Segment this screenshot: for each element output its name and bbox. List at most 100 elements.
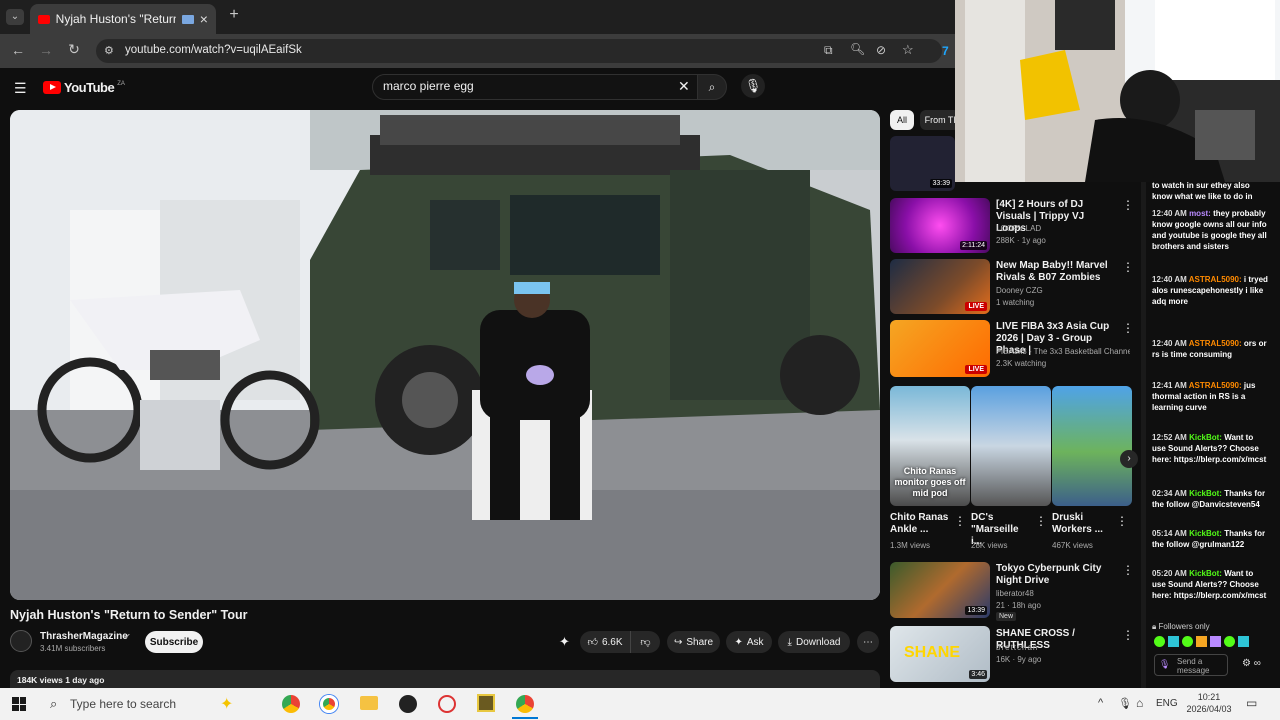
more-vertical-icon[interactable]: ⋮: [1122, 628, 1134, 642]
chat-username[interactable]: most:: [1189, 209, 1211, 218]
file-explorer-icon[interactable]: [360, 696, 378, 710]
extension-icon[interactable]: 7: [942, 44, 949, 58]
short-thumbnail[interactable]: Chito Ranas monitor goes off mid pod: [890, 386, 970, 506]
new-tab-button[interactable]: +: [224, 6, 244, 24]
emote-icon[interactable]: [1238, 636, 1249, 647]
browser-tab[interactable]: Nyjah Huston's "Return to S ×: [30, 4, 216, 34]
ask-button[interactable]: ✦ Ask: [726, 631, 772, 653]
chevron-right-icon[interactable]: ›: [1120, 450, 1138, 468]
channel-name[interactable]: LOOPY LAD: [996, 223, 1041, 234]
menu-icon[interactable]: ☰: [14, 80, 27, 97]
taskbar-search-input[interactable]: Type here to search: [70, 697, 176, 711]
tab-close-icon[interactable]: ×: [200, 11, 208, 27]
video-thumbnail[interactable]: 33:39: [890, 136, 955, 191]
video-thumbnail[interactable]: LIVE: [890, 320, 990, 377]
channel-name[interactable]: liberator48: [996, 588, 1034, 599]
clock[interactable]: 10:21 2026/04/03: [1186, 691, 1232, 715]
sparkle-icon[interactable]: ✦: [559, 634, 570, 650]
short-title[interactable]: Druski Workers ...: [1052, 512, 1112, 536]
like-count: 6.6K: [601, 636, 623, 648]
tray-chevron-icon[interactable]: ^: [1098, 697, 1103, 709]
filter-chip-from[interactable]: From Tl: [920, 110, 960, 130]
search-highlight-icon[interactable]: ✦: [220, 694, 233, 714]
emote-bar[interactable]: [1154, 636, 1249, 647]
chat-message-input[interactable]: 🎙︎ Send a message: [1154, 654, 1228, 676]
windows-start-icon[interactable]: [12, 697, 26, 711]
filter-chip-all[interactable]: All: [890, 110, 914, 130]
chrome-icon[interactable]: [320, 695, 338, 713]
emote-icon[interactable]: [1224, 636, 1235, 647]
copilot-icon[interactable]: [282, 695, 300, 713]
emote-icon[interactable]: [1196, 636, 1207, 647]
more-vertical-icon[interactable]: ⋮: [1035, 514, 1047, 528]
video-player[interactable]: [10, 110, 880, 600]
game-icon[interactable]: [477, 694, 495, 712]
search-icon[interactable]: ⌕: [50, 696, 57, 712]
site-info-icon[interactable]: ⚙: [104, 44, 114, 57]
tracking-protection-icon[interactable]: ⊘: [876, 43, 886, 57]
chat-username[interactable]: KickBot:: [1189, 529, 1222, 538]
emote-icon[interactable]: [1168, 636, 1179, 647]
network-icon[interactable]: ⌂: [1136, 696, 1143, 710]
more-vertical-icon[interactable]: ⋮: [1122, 321, 1134, 335]
address-bar[interactable]: ⚙ youtube.com/watch?v=uqilAEaifSk ⧉ 🔍︎ ⊘…: [96, 39, 942, 63]
notification-icon[interactable]: ▭: [1246, 696, 1257, 710]
chrome-active-icon[interactable]: [516, 695, 534, 713]
obs-icon[interactable]: [399, 695, 417, 713]
video-title-link[interactable]: Tokyo Cyberpunk City Night Drive: [996, 563, 1108, 587]
install-app-icon[interactable]: ⧉: [824, 43, 833, 58]
chat-username[interactable]: ASTRAL5090:: [1189, 275, 1242, 284]
video-thumbnail[interactable]: 13:39: [890, 562, 990, 618]
channel-avatar[interactable]: [10, 630, 32, 652]
voice-search-button[interactable]: 🎙︎: [741, 74, 765, 98]
more-vertical-icon[interactable]: ⋮: [1122, 260, 1134, 274]
youtube-logo[interactable]: YouTube ZA: [43, 80, 125, 95]
short-thumbnail[interactable]: [1052, 386, 1132, 506]
windows-taskbar: ⌕ Type here to search ✦ ^ 🎙︎ ⌂ ENG 10:21…: [0, 688, 1280, 720]
emote-icon[interactable]: [1154, 636, 1165, 647]
clock-time: 10:21: [1197, 692, 1221, 702]
chat-username[interactable]: KickBot:: [1189, 569, 1222, 578]
subscribe-button[interactable]: Subscribe: [145, 631, 203, 653]
chat-username[interactable]: ASTRAL5090:: [1189, 381, 1242, 390]
download-button[interactable]: ⤓ Download: [778, 631, 850, 653]
channel-name[interactable]: Dooney CZG: [996, 285, 1043, 296]
share-button[interactable]: ↪ Share: [667, 631, 720, 653]
chat-username[interactable]: KickBot:: [1189, 433, 1222, 442]
chat-username[interactable]: KickBot:: [1189, 489, 1222, 498]
like-button[interactable]: 👍︎ 6.6K: [580, 631, 630, 653]
chat-message: 05:14 AM KickBot: Thanks for the follow …: [1152, 528, 1268, 550]
language-indicator[interactable]: ENG: [1156, 698, 1178, 709]
video-thumbnail[interactable]: 2:11:24: [890, 198, 990, 253]
back-arrow-icon[interactable]: ←: [8, 42, 28, 58]
emote-icon[interactable]: [1210, 636, 1221, 647]
reload-icon[interactable]: ↻: [64, 41, 84, 58]
video-thumbnail[interactable]: SHANE 3:46: [890, 626, 990, 682]
zoom-icon[interactable]: 🔍︎: [850, 42, 865, 56]
more-vertical-icon[interactable]: ⋮: [954, 514, 966, 528]
channel-name[interactable]: ThrasherMagazine: [40, 631, 128, 642]
more-actions-button[interactable]: ⋯: [857, 631, 879, 653]
bookmark-star-icon[interactable]: ☆: [902, 42, 914, 58]
short-title[interactable]: Chito Ranas Ankle ...: [890, 512, 950, 536]
channel-name[interactable]: FIBA3x3 - The 3x3 Basketball Channel: [996, 346, 1130, 357]
short-thumbnail[interactable]: [971, 386, 1051, 506]
search-button[interactable]: ⌕: [697, 74, 727, 100]
forward-arrow-icon[interactable]: →: [36, 42, 56, 58]
more-vertical-icon[interactable]: ⋮: [1116, 514, 1128, 528]
tab-search-icon[interactable]: ⌄: [6, 9, 24, 25]
app-icon[interactable]: [438, 695, 456, 713]
description-box[interactable]: 184K views 1 day ago: [10, 670, 880, 688]
search-input[interactable]: marco pierre egg: [372, 74, 698, 100]
video-title-link[interactable]: New Map Baby!! Marvel Rivals & B07 Zombi…: [996, 260, 1108, 284]
microphone-tray-icon[interactable]: 🎙︎: [1118, 697, 1132, 710]
clear-search-icon[interactable]: ✕: [678, 78, 690, 95]
more-vertical-icon[interactable]: ⋮: [1122, 563, 1134, 577]
chat-username[interactable]: ASTRAL5090:: [1189, 339, 1242, 348]
video-thumbnail[interactable]: LIVE: [890, 259, 990, 314]
emote-icon[interactable]: [1182, 636, 1193, 647]
dislike-button[interactable]: 👎︎: [630, 631, 660, 653]
chat-settings-icon[interactable]: ⚙ ∞: [1242, 658, 1261, 669]
more-vertical-icon[interactable]: ⋮: [1122, 198, 1134, 212]
channel-name[interactable]: brettchan: [996, 642, 1038, 653]
